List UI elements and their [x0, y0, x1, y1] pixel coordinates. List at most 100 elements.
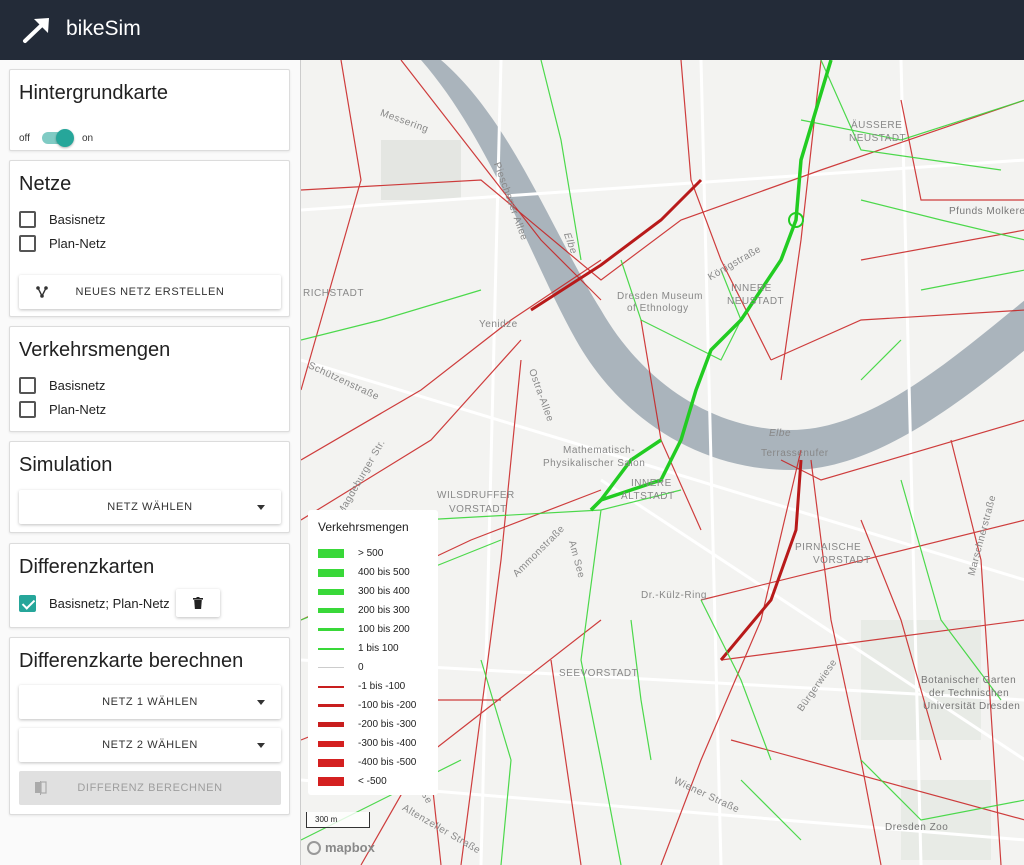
card-differenzkarte-berechnen: Differenzkarte berechnen NETZ 1 WÄHLEN N… [9, 637, 290, 815]
map-label: INNERE [631, 478, 672, 489]
map-label: Elbe [769, 428, 792, 439]
legend-item: 0 [318, 662, 364, 673]
map-label: Physikalischer Salon [543, 458, 646, 469]
checkbox-label: Basisnetz [49, 212, 106, 227]
checkbox-plan-netz[interactable]: Plan-Netz [19, 235, 106, 252]
scale-label: 300 m [315, 815, 338, 824]
map-label: Dr.-Külz-Ring [641, 590, 707, 601]
trending-arrow-icon [23, 18, 49, 43]
card-title: Simulation [19, 454, 113, 476]
card-title: Differenzkarte berechnen [19, 650, 244, 672]
map-label: Botanischer Garten [921, 675, 1017, 686]
dropdown-label: NETZ 1 WÄHLEN [102, 696, 198, 708]
card-title: Differenzkarten [19, 556, 155, 578]
map-label: ÄUSSERE [851, 120, 903, 131]
legend-swatch [318, 722, 344, 727]
compare-icon [35, 781, 47, 795]
background-toggle[interactable]: off on [19, 129, 94, 147]
card-title: Hintergrundkarte [19, 82, 168, 104]
card-simulation: Simulation NETZ WÄHLEN [9, 441, 290, 533]
checkbox-box[interactable] [19, 235, 36, 252]
card-netze: Netze Basisnetz Plan-Netz NEUES NETZ ERS… [9, 160, 290, 317]
map-label: of Ethnology [627, 303, 689, 314]
chevron-down-icon [257, 743, 265, 748]
legend-swatch [318, 685, 344, 688]
chevron-down-icon [257, 505, 265, 510]
checkbox-box[interactable] [19, 211, 36, 228]
legend-swatch [318, 667, 344, 668]
card-title: Netze [19, 173, 72, 195]
delete-button[interactable] [176, 589, 220, 617]
legend-label: -1 bis -100 [358, 681, 406, 692]
map-label: PIRNAISCHE [795, 542, 862, 553]
checkbox-label: Plan-Netz [49, 402, 107, 417]
map-label: VORSTADT [813, 555, 871, 566]
checkbox-basisnetz[interactable]: Basisnetz [19, 211, 105, 228]
legend-swatch [318, 588, 344, 595]
dropdown-label: NETZ WÄHLEN [107, 501, 193, 513]
legend-item: 300 bis 400 [318, 586, 410, 597]
map-label: VORSTADT [449, 504, 507, 515]
map-label: Pfunds Molkerei [949, 206, 1024, 217]
legend-item: 400 bis 500 [318, 567, 410, 578]
park-area [901, 780, 991, 860]
select-network-1-dropdown[interactable]: NETZ 1 WÄHLEN [19, 685, 281, 719]
legend-label: 100 bis 200 [358, 624, 410, 635]
legend-item: 200 bis 300 [318, 605, 410, 616]
checkbox-box-checked[interactable] [19, 595, 36, 612]
park-area [381, 140, 461, 200]
card-title: Verkehrsmengen [19, 339, 171, 361]
map-label: RICHSTADT [303, 288, 364, 299]
legend-item: -400 bis -500 [318, 757, 416, 768]
legend-swatch [318, 568, 344, 577]
mapbox-attribution[interactable]: mapbox [307, 840, 375, 855]
legend-item: > 500 [318, 548, 383, 559]
checkbox-differenz[interactable]: Basisnetz; Plan-Netz [19, 595, 170, 612]
map-label: WILSDRUFFER [437, 490, 515, 501]
compute-difference-label: DIFFERENZ BERECHNEN [77, 782, 223, 794]
checkbox-box[interactable] [19, 401, 36, 418]
card-verkehrsmengen: Verkehrsmengen Basisnetz Plan-Netz [9, 326, 290, 432]
map-label: Dresden Zoo [885, 822, 949, 833]
dropdown-label: NETZ 2 WÄHLEN [102, 739, 198, 751]
legend-item: -1 bis -100 [318, 681, 405, 692]
checkbox-verkehr-plan-netz[interactable]: Plan-Netz [19, 401, 106, 418]
legend-label: 200 bis 300 [358, 605, 410, 616]
map-label: SEEVORSTADT [559, 668, 639, 679]
toggle-on-label: on [81, 132, 94, 144]
card-differenzkarten: Differenzkarten Basisnetz; Plan-Netz [9, 543, 290, 628]
compute-difference-button[interactable]: DIFFERENZ BERECHNEN [19, 771, 281, 805]
create-network-button[interactable]: NEUES NETZ ERSTELLEN [19, 275, 281, 309]
map-legend: Verkehrsmengen > 500 400 bis 500 300 bis… [308, 510, 438, 795]
legend-swatch [318, 758, 344, 767]
select-network-2-dropdown[interactable]: NETZ 2 WÄHLEN [19, 728, 281, 762]
map-label: NEUSTADT [849, 133, 907, 144]
select-network-dropdown[interactable]: NETZ WÄHLEN [19, 490, 281, 524]
app-title: bikeSim [66, 17, 141, 40]
toggle-off-label: off [19, 132, 30, 144]
legend-label: -300 bis -400 [358, 738, 417, 749]
legend-label: -200 bis -300 [358, 719, 417, 730]
legend-swatch [318, 704, 344, 707]
legend-label: < -500 [358, 776, 387, 787]
legend-item: 1 bis 100 [318, 643, 399, 654]
legend-item: -100 bis -200 [318, 700, 416, 711]
sidebar: Hintergrundkarte off on Netze Basisnetz … [0, 60, 300, 865]
toggle-knob[interactable] [55, 129, 74, 147]
map-label: Yenidze [479, 319, 518, 330]
legend-swatch [318, 628, 344, 631]
card-hintergrundkarte: Hintergrundkarte off on [9, 69, 290, 151]
legend-label: 400 bis 500 [358, 567, 410, 578]
checkbox-box[interactable] [19, 377, 36, 394]
map-view[interactable]: ÄUSSERE NEUSTADT INNERE NEUSTADT RICHSTA… [300, 60, 1024, 865]
checkbox-label: Plan-Netz [49, 236, 107, 251]
map-label: Dresden Museum [617, 291, 703, 302]
checkbox-label: Basisnetz [49, 378, 106, 393]
legend-label: 1 bis 100 [358, 643, 399, 654]
toggle-switch[interactable] [41, 129, 74, 147]
checkbox-verkehr-basisnetz[interactable]: Basisnetz [19, 377, 105, 394]
legend-item: < -500 [318, 776, 387, 787]
legend-label: 0 [358, 662, 364, 673]
map-label: INNERE [731, 283, 772, 294]
legend-swatch [318, 740, 344, 747]
